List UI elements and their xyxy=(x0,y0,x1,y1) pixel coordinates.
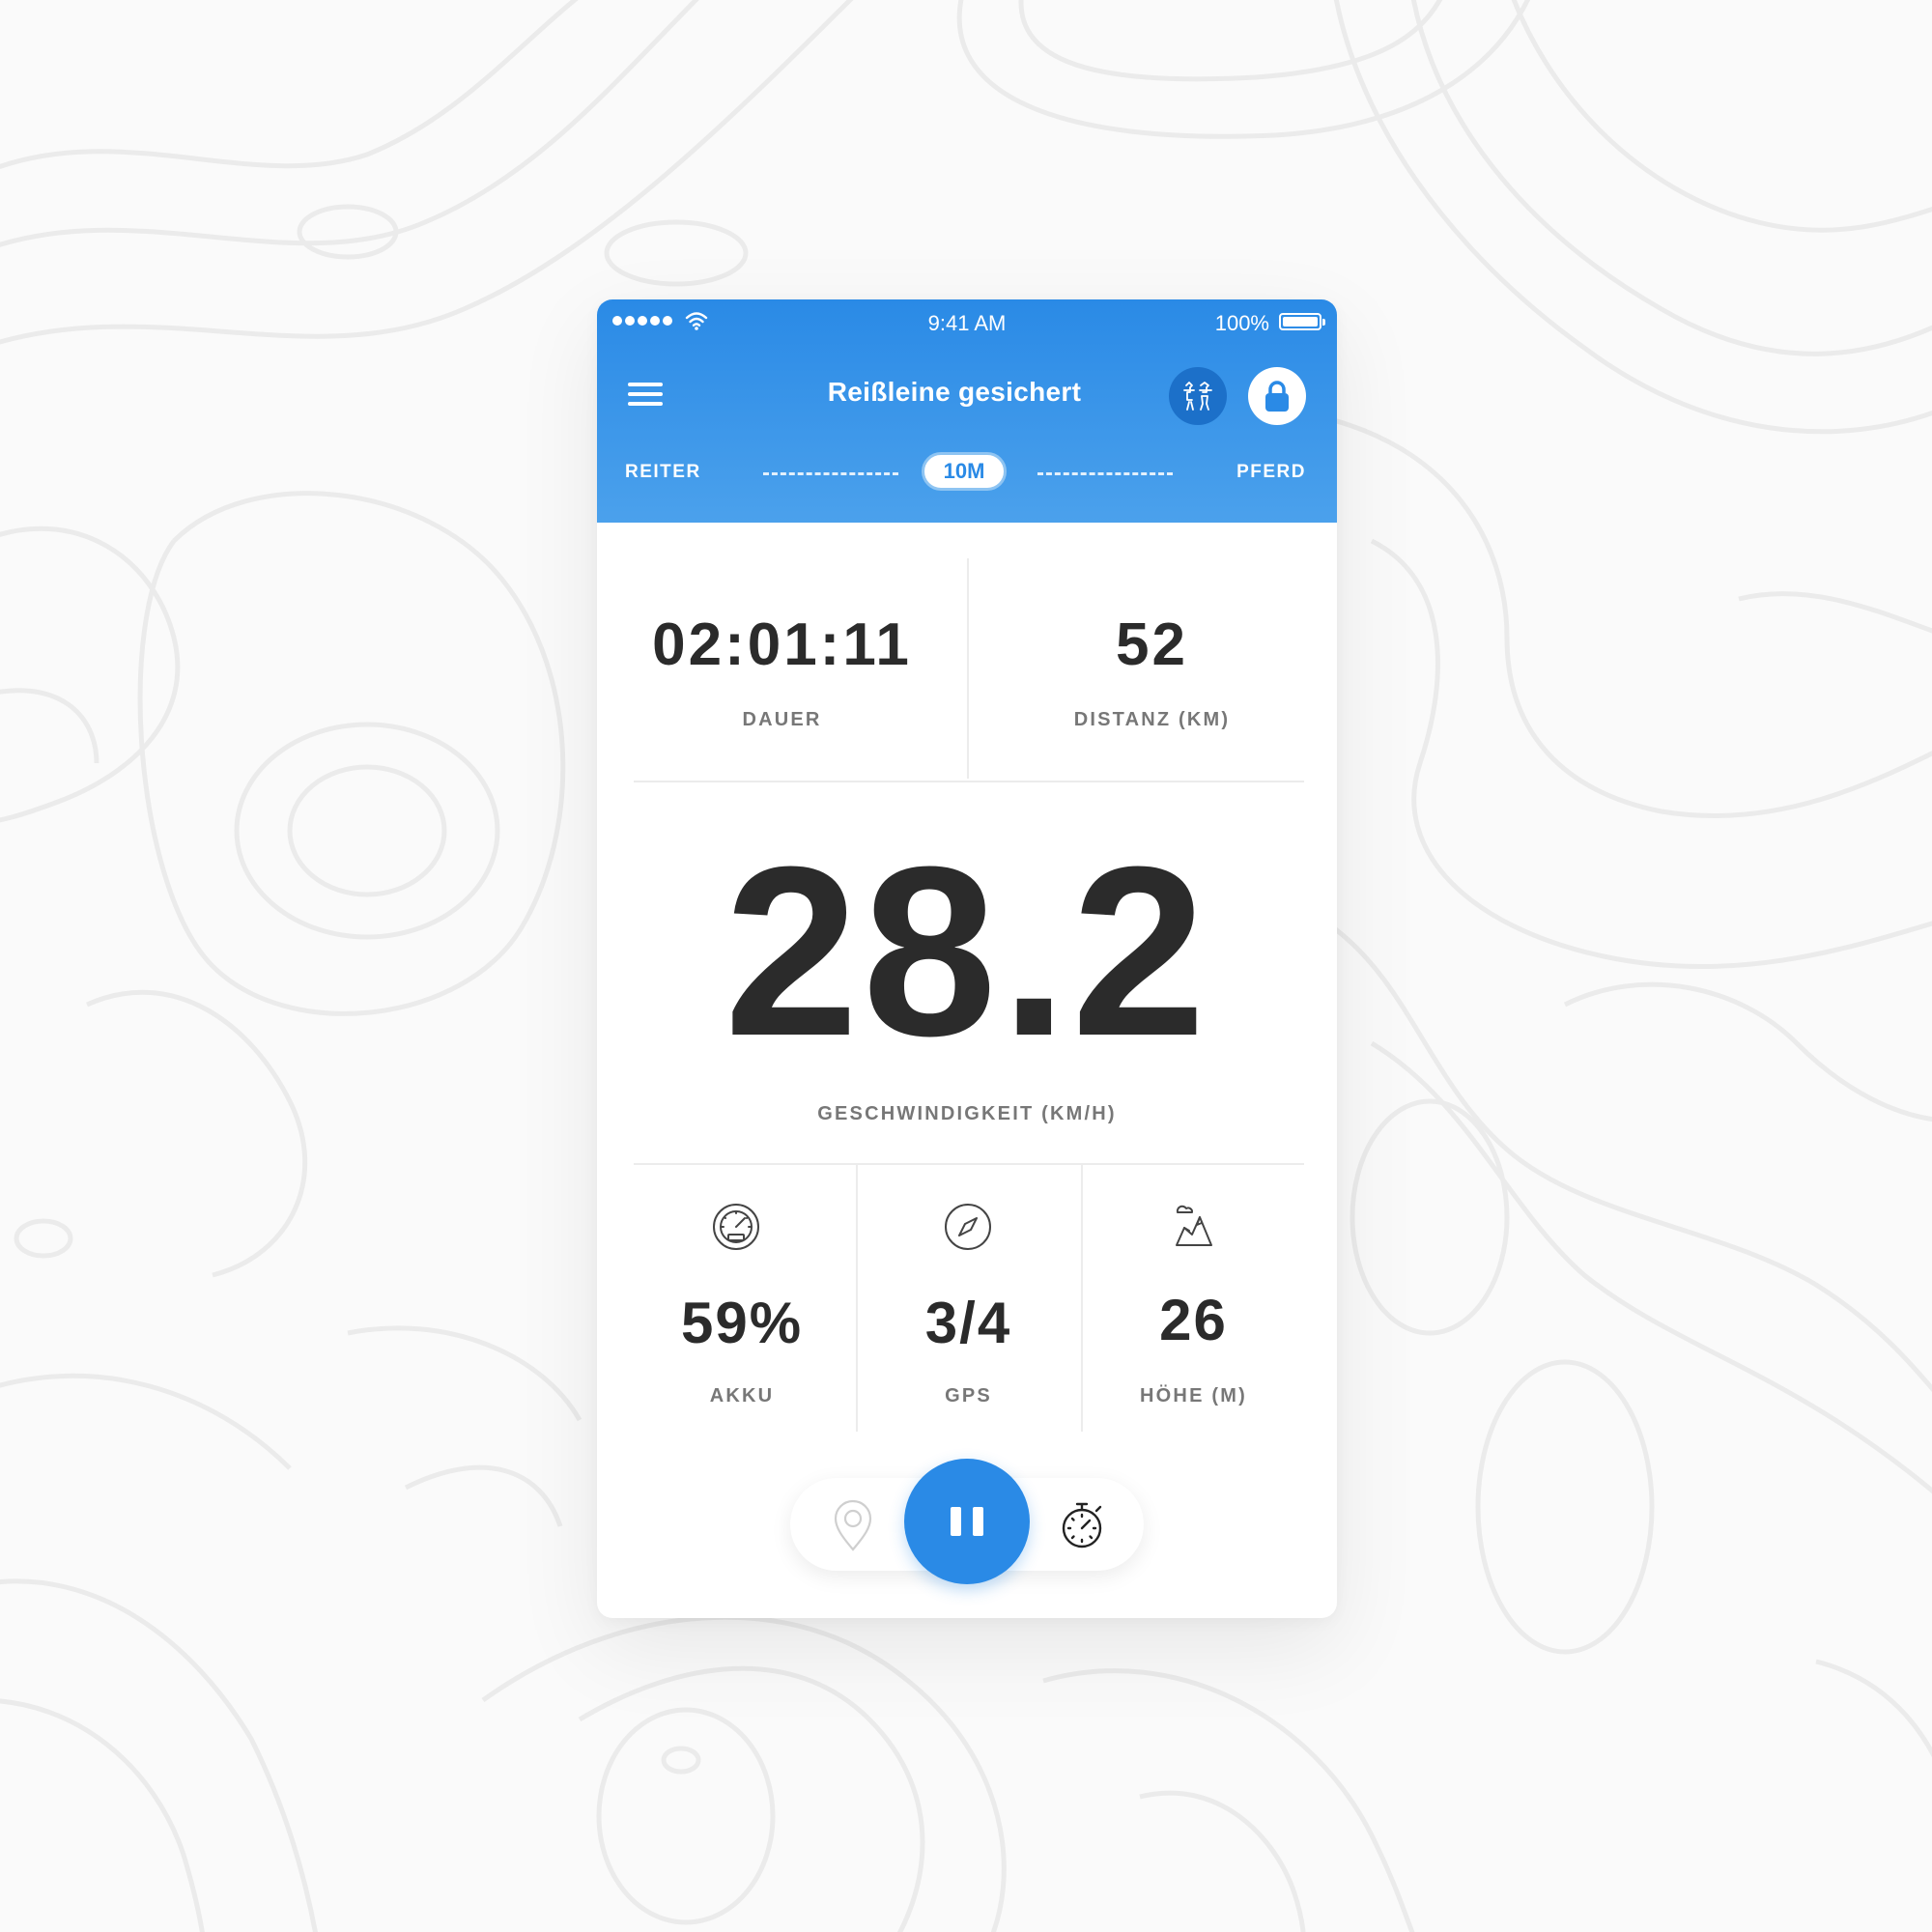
stopwatch-icon[interactable] xyxy=(1057,1497,1109,1551)
gps-label: GPS xyxy=(945,1385,992,1406)
lock-icon xyxy=(1265,381,1289,412)
menu-icon[interactable] xyxy=(626,375,665,413)
altitude-value: 26 xyxy=(1159,1288,1228,1352)
gauge-icon xyxy=(713,1204,759,1250)
distance-value: 52 xyxy=(1116,611,1188,678)
location-pin-icon[interactable] xyxy=(829,1499,877,1553)
page-title: Reißleine gesichert xyxy=(827,377,1082,407)
phone-screen: 9:41 AM 100% Reißleine gesichert REITER … xyxy=(597,299,1337,1618)
battery-percent: 100% xyxy=(1214,311,1269,335)
app-header: 9:41 AM 100% Reißleine gesichert REITER … xyxy=(597,299,1337,523)
duration-label: DAUER xyxy=(742,709,822,730)
tether-line-left xyxy=(763,472,898,475)
speed-label: GESCHWINDIGKEIT (KM/H) xyxy=(817,1103,1117,1124)
altitude-label: HÖHE (M) xyxy=(1140,1385,1247,1406)
compass-icon xyxy=(945,1204,991,1250)
battery-icon xyxy=(1279,313,1325,330)
tether-distance-badge[interactable]: 10M xyxy=(922,452,1007,491)
gps-value: 3/4 xyxy=(924,1291,1012,1355)
pause-button[interactable] xyxy=(904,1459,1030,1584)
duration-value: 02:01:11 xyxy=(652,611,912,678)
tether-line-right xyxy=(1037,472,1173,475)
mountain-icon xyxy=(1176,1205,1212,1246)
battery-label: AKKU xyxy=(709,1385,775,1406)
tether-rider-label: REITER xyxy=(625,462,701,482)
distance-label: DISTANZ (KM) xyxy=(1073,709,1231,730)
tether-horse-label: PFERD xyxy=(1236,462,1306,482)
divider-horizontal xyxy=(634,781,1304,782)
lock-button[interactable] xyxy=(1248,367,1306,425)
battery-value: 59% xyxy=(680,1291,804,1355)
rider-horse-button[interactable] xyxy=(1169,367,1227,425)
status-bar: 9:41 AM 100% xyxy=(597,299,1337,346)
rider-horse-icon xyxy=(1183,382,1212,411)
speed-value: 28.2 xyxy=(724,816,1210,1086)
divider-horizontal xyxy=(634,1163,1304,1165)
